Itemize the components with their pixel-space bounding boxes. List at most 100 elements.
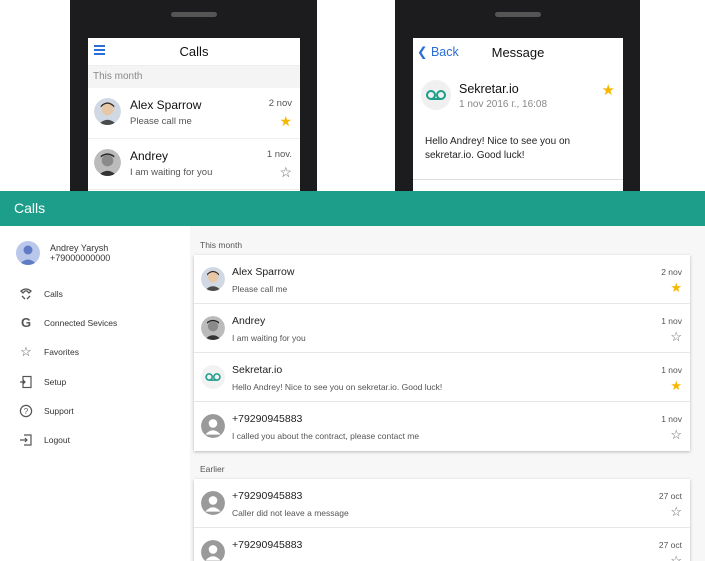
sidebar-item-label: Connected Sevices [44, 318, 118, 329]
message-preview: Please call me [130, 116, 192, 127]
contact-name: Andrey [232, 315, 266, 327]
sender-name: Sekretar.io [459, 82, 519, 96]
screenshot: Calls This month Alex Sparrow Please cal… [0, 0, 705, 561]
voicemail-icon [201, 365, 225, 389]
phone-screen: Calls This month Alex Sparrow Please cal… [88, 38, 300, 191]
avatar [94, 149, 121, 176]
phone-screen: ❮ Back Message Sekretar.io 1 nov 2016 г.… [413, 38, 623, 191]
app-title: Calls [14, 200, 46, 216]
contact-name: Andrey [130, 149, 169, 163]
sidebar-nav: Calls G Connected Sevices ☆ Favorites Se… [0, 281, 190, 456]
message-body: Hello Andrey! Nice to see you on sekreta… [425, 136, 571, 161]
contact-name: Alex Sparrow [232, 266, 295, 278]
message-sender: Sekretar.io 1 nov 2016 г., 16:08 ★ [413, 66, 623, 128]
contact-name: +79290945883 [232, 490, 303, 502]
call-date: 1 nov [661, 365, 682, 375]
list-item[interactable]: Andrey I am waiting for you 1 nov ☆ [194, 304, 690, 353]
sidebar-item-logout[interactable]: Logout [0, 427, 190, 456]
person-icon [201, 540, 225, 561]
star-icon[interactable]: ★ [279, 114, 292, 128]
section-label-earlier: Earlier [200, 464, 225, 474]
star-icon[interactable]: ★ [602, 81, 615, 99]
list-item[interactable]: Alex Sparrow Please call me 2 nov ★ [194, 255, 690, 304]
star-outline-icon[interactable]: ☆ [670, 428, 682, 441]
sidebar-item-support[interactable]: ? Support [0, 398, 190, 427]
section-label-this-month: This month [200, 240, 243, 250]
call-date: 1 nov [661, 316, 682, 326]
sidebar-item-favorites[interactable]: ☆ Favorites [0, 339, 190, 368]
sidebar-item-label: Favorites [44, 347, 79, 358]
message-header: ❮ Back Message [413, 38, 623, 66]
message-title: Message [491, 44, 545, 60]
star-outline-icon[interactable]: ☆ [670, 330, 682, 343]
person-icon [201, 414, 225, 438]
list-item[interactable]: +79290945883 I called you about the cont… [194, 402, 690, 451]
user-phone: +79000000000 [50, 253, 111, 263]
star-icon[interactable]: ★ [670, 379, 682, 392]
logout-icon [19, 433, 33, 447]
list-item[interactable]: Sekretar.io Hello Andrey! Nice to see yo… [194, 353, 690, 402]
sidebar-item-label: Setup [44, 376, 67, 387]
call-date: 1 nov [661, 414, 682, 424]
phone-mockup-calls: Calls This month Alex Sparrow Please cal… [70, 0, 317, 191]
list-item[interactable]: +79290945883 27 oct ☆ [194, 528, 690, 561]
list-item[interactable]: +79290945883 Caller did not leave a mess… [194, 479, 690, 528]
user-name: Andrey Yarysh [50, 243, 109, 253]
star-icon[interactable]: ★ [670, 281, 682, 294]
sidebar-item-label: Calls [44, 289, 63, 299]
help-icon: ? [19, 404, 33, 418]
divider [413, 179, 623, 180]
contact-name: Sekretar.io [232, 364, 283, 376]
contact-name: +79290945883 [232, 413, 303, 425]
message-preview: I am waiting for you [130, 167, 213, 178]
mobile-header: Calls [88, 38, 300, 66]
calls-list-earlier: +79290945883 Caller did not leave a mess… [194, 479, 690, 561]
sidebar-item-calls[interactable]: Calls [0, 281, 190, 310]
message-preview: I am waiting for you [232, 333, 306, 343]
mobile-list-item[interactable]: Alex Sparrow Please call me 2 nov ★ [88, 88, 300, 139]
voicemail-icon [421, 80, 451, 110]
message-preview: I called you about the contract, please … [232, 431, 420, 441]
phone-speaker [170, 12, 217, 17]
back-button[interactable]: ❮ Back [417, 44, 459, 59]
star-outline-icon[interactable]: ☆ [670, 505, 682, 518]
call-date: 2 nov [661, 267, 682, 277]
back-label: Back [430, 45, 459, 59]
calls-list-this-month: Alex Sparrow Please call me 2 nov ★ Andr… [194, 255, 690, 451]
contact-name: Alex Sparrow [130, 98, 202, 112]
svg-text:?: ? [24, 407, 29, 416]
phone-icon [19, 287, 33, 301]
call-date: 2 nov [268, 98, 292, 109]
setup-icon [19, 375, 33, 389]
sidebar-item-setup[interactable]: Setup [0, 369, 190, 398]
avatar [94, 98, 121, 125]
contact-name: +79290945883 [232, 539, 303, 551]
phone-mockup-message: ❮ Back Message Sekretar.io 1 nov 2016 г.… [395, 0, 640, 191]
google-icon: G [20, 315, 32, 331]
chevron-left-icon: ❮ [417, 45, 428, 59]
star-outline-icon[interactable]: ☆ [279, 165, 292, 179]
call-date: 27 oct [658, 491, 682, 501]
mobile-title: Calls [179, 44, 209, 59]
menu-icon[interactable] [94, 45, 105, 55]
message-preview: Hello Andrey! Nice to see you on sekreta… [232, 382, 443, 392]
sidebar: Andrey Yarysh +79000000000 Calls G Conne… [0, 226, 190, 561]
avatar [201, 267, 225, 291]
message-preview: Caller did not leave a message [232, 508, 349, 518]
calls-content: This month Alex Sparrow Please call me 2… [190, 226, 705, 561]
phone-speaker [494, 12, 541, 17]
avatar [16, 241, 40, 265]
mobile-list-item[interactable]: Andrey I am waiting for you 1 nov. ☆ [88, 139, 300, 190]
avatar [201, 316, 225, 340]
star-outline-icon[interactable]: ☆ [670, 554, 682, 561]
person-icon [201, 491, 225, 515]
call-date: 1 nov. [266, 149, 292, 160]
message-timestamp: 1 nov 2016 г., 16:08 [459, 99, 548, 110]
app-bar: Calls [0, 191, 705, 226]
sidebar-item-connected-services[interactable]: G Connected Sevices [0, 310, 190, 339]
message-preview: Please call me [232, 284, 288, 294]
sidebar-item-label: Support [44, 405, 74, 416]
sidebar-item-label: Logout [44, 434, 70, 445]
desktop-app: Calls Andrey Yarysh +79000000000 Calls G… [0, 191, 705, 561]
star-icon: ☆ [20, 344, 32, 360]
